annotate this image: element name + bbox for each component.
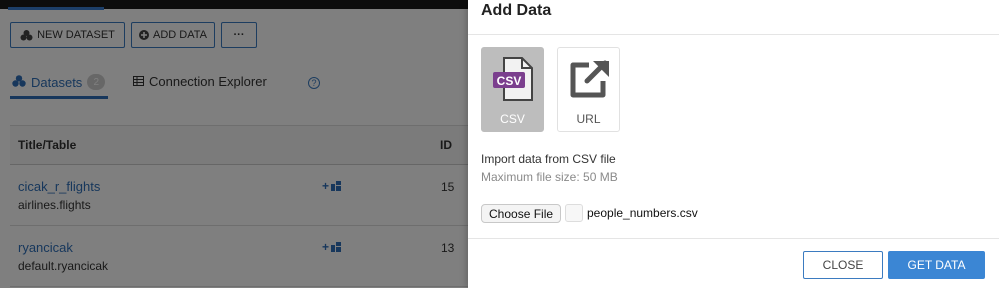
file-thumbnail bbox=[565, 204, 583, 222]
modal-header-divider bbox=[468, 34, 999, 35]
external-link-icon bbox=[567, 59, 611, 104]
source-option-csv[interactable]: CSV CSV bbox=[481, 47, 544, 132]
modal-title: Add Data bbox=[481, 2, 552, 19]
source-option-url[interactable]: URL bbox=[557, 47, 620, 132]
add-data-modal: Add Data CSV CSV URL Import data from CS… bbox=[468, 0, 999, 288]
source-option-url-label: URL bbox=[576, 112, 601, 126]
choose-file-button[interactable]: Choose File bbox=[481, 204, 562, 223]
import-description: Import data from CSV file bbox=[481, 152, 616, 166]
svg-text:CSV: CSV bbox=[497, 74, 522, 88]
selected-file-name: people_numbers.csv bbox=[587, 206, 698, 220]
close-button[interactable]: CLOSE bbox=[803, 251, 883, 279]
csv-file-icon: CSV bbox=[492, 56, 536, 107]
max-file-size-note: Maximum file size: 50 MB bbox=[481, 170, 618, 184]
get-data-button[interactable]: GET DATA bbox=[888, 251, 985, 279]
source-option-csv-label: CSV bbox=[500, 112, 525, 126]
modal-footer-divider bbox=[468, 238, 999, 239]
